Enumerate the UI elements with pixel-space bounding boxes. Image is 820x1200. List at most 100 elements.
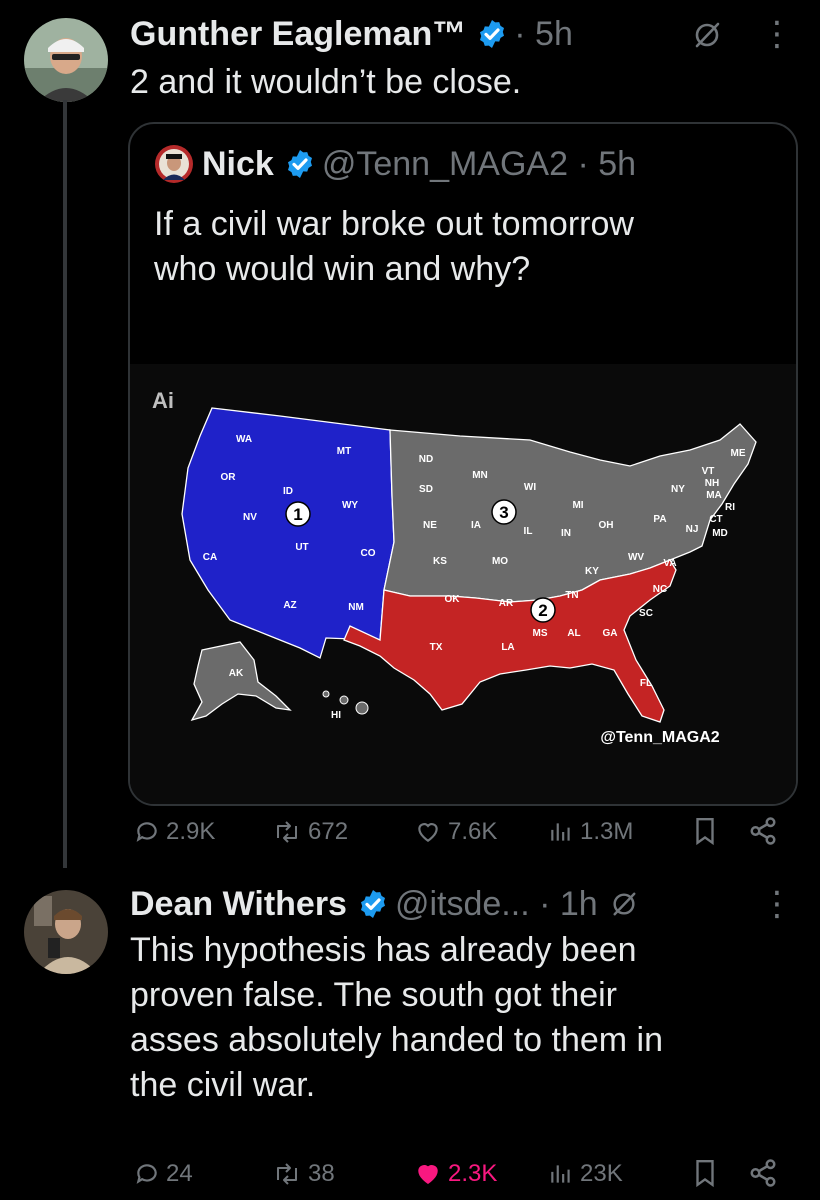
tweet1-timestamp[interactable]: · 5h <box>514 15 573 54</box>
state-label-mn: MN <box>472 470 488 481</box>
tweet2-views-count: 23K <box>580 1160 623 1187</box>
reply-icon <box>136 1164 157 1184</box>
state-label-md: MD <box>712 528 728 539</box>
quote-text-line2: who would win and why? <box>154 250 531 288</box>
state-label-nd: ND <box>419 454 433 465</box>
share-icon[interactable] <box>748 1158 778 1188</box>
state-label-ca: CA <box>203 552 217 563</box>
state-label-ar: AR <box>499 598 514 609</box>
svg-text:1: 1 <box>293 505 302 524</box>
state-label-mo: MO <box>492 556 508 567</box>
state-label-va: VA <box>663 558 676 569</box>
state-label-ms: MS <box>533 628 548 639</box>
tweet1-like-button[interactable]: 7.6K <box>414 818 497 846</box>
tweet1-repost-count: 672 <box>308 818 349 845</box>
like-icon <box>418 823 438 842</box>
region-marker-2: 2 <box>530 597 556 623</box>
state-label-sc: SC <box>639 608 653 619</box>
state-label-nj: NJ <box>686 524 699 535</box>
quote-header: Nick @Tenn_MAGA2 · 5h <box>154 144 636 184</box>
verified-badge-icon <box>480 20 505 48</box>
tweet1-reply-button[interactable]: 2.9K <box>134 818 215 846</box>
state-label-ut: UT <box>295 542 308 553</box>
tweet2-text-line3: asses absolutely handed to them in <box>130 1020 664 1059</box>
tweet1-views-button[interactable]: 1.3M <box>548 818 633 846</box>
tweet2-like-button[interactable]: 2.3K <box>414 1160 497 1188</box>
region-marker-3: 3 <box>491 499 517 525</box>
state-label-la: LA <box>501 642 514 653</box>
tweet1-views-count: 1.3M <box>580 818 634 845</box>
state-label-me: ME <box>731 448 746 459</box>
grok-icon[interactable] <box>610 890 638 918</box>
state-label-wa: WA <box>236 434 252 445</box>
state-label-tn: TN <box>565 590 578 601</box>
tweet2-reply-button[interactable]: 24 <box>134 1160 193 1188</box>
verified-badge-icon <box>360 890 385 918</box>
dean-avatar[interactable] <box>24 890 108 974</box>
repost-icon <box>277 1163 297 1185</box>
verified-badge-icon <box>287 150 312 178</box>
state-label-nm: NM <box>348 602 364 613</box>
more-icon[interactable]: ⋮ <box>760 884 794 924</box>
state-label-hi: HI <box>331 710 341 721</box>
tweet1-header: Gunther Eagleman™ · 5h <box>130 14 573 54</box>
bookmark-icon[interactable] <box>692 1158 718 1188</box>
state-label-nc: NC <box>653 584 667 595</box>
state-label-al: AL <box>567 628 580 639</box>
views-icon <box>551 823 570 841</box>
svg-text:3: 3 <box>499 503 508 522</box>
state-label-ma: MA <box>706 490 722 501</box>
state-label-wy: WY <box>342 500 358 511</box>
state-label-ga: GA <box>603 628 618 639</box>
map-watermark: @Tenn_MAGA2 <box>600 729 719 746</box>
state-label-oh: OH <box>599 520 614 531</box>
tweet2-text-line1: This hypothesis has already been <box>130 931 637 969</box>
state-label-co: CO <box>361 548 376 559</box>
tweet2-views-button[interactable]: 23K <box>548 1160 623 1188</box>
state-label-sd: SD <box>419 484 433 495</box>
nick-avatar[interactable] <box>154 144 194 184</box>
svg-text:2: 2 <box>538 601 547 620</box>
state-label-wv: WV <box>628 552 644 563</box>
tweet1-reply-count: 2.9K <box>166 818 216 845</box>
state-label-az: AZ <box>283 600 296 611</box>
quoted-tweet-card[interactable]: Nick @Tenn_MAGA2 · 5h If a civil war bro… <box>128 122 798 806</box>
grok-icon[interactable] <box>692 20 722 50</box>
state-label-ny: NY <box>671 484 685 495</box>
state-label-nh: NH <box>705 478 719 489</box>
state-label-ky: KY <box>585 566 599 577</box>
state-label-vt: VT <box>702 466 715 477</box>
tweet2-repost-button[interactable]: 38 <box>272 1160 335 1188</box>
quote-author-name[interactable]: Nick <box>202 145 274 184</box>
state-label-id: ID <box>283 486 293 497</box>
tweet1-like-count: 7.6K <box>448 818 498 845</box>
state-label-ri: RI <box>725 502 735 513</box>
repost-icon <box>277 821 297 843</box>
more-icon[interactable]: ⋮ <box>760 14 794 54</box>
state-label-pa: PA <box>653 514 666 525</box>
state-label-il: IL <box>524 526 533 537</box>
state-label-in: IN <box>561 528 571 539</box>
state-label-mt: MT <box>337 446 351 457</box>
quote-handle-time[interactable]: @Tenn_MAGA2 · 5h <box>322 145 636 184</box>
share-icon[interactable] <box>748 816 778 846</box>
gunther-avatar[interactable] <box>24 18 108 102</box>
bookmark-icon[interactable] <box>692 816 718 846</box>
tweet1-repost-button[interactable]: 672 <box>272 818 348 846</box>
tweet1-author-name[interactable]: Gunther Eagleman™ <box>130 15 466 54</box>
tweet2-text-line4: the civil war. <box>130 1065 316 1104</box>
quote-map-image[interactable]: Ai 1 3 2 WA OR CA NV ID MT WY UT CO AZ N… <box>130 364 796 804</box>
state-label-ct: CT <box>709 514 722 525</box>
tweet2-author-name[interactable]: Dean Withers <box>130 885 347 924</box>
state-label-ia: IA <box>471 520 481 531</box>
state-label-ks: KS <box>433 556 447 567</box>
tweet2-handle-time[interactable]: @itsde... · 1h <box>395 885 598 924</box>
tweet2-header: Dean Withers @itsde... · 1h <box>130 884 638 924</box>
quote-text-line1: If a civil war broke out tomorrow <box>154 205 634 243</box>
state-label-or: OR <box>221 472 237 483</box>
region-marker-1: 1 <box>285 501 311 527</box>
civil-war-map: Ai 1 3 2 WAORCANVIDMTWYUTCOAZ NMAKHINDSD… <box>130 364 796 804</box>
state-label-nv: NV <box>243 512 257 523</box>
state-label-ak: AK <box>229 668 244 679</box>
tweet2-like-count: 2.3K <box>448 1160 498 1187</box>
